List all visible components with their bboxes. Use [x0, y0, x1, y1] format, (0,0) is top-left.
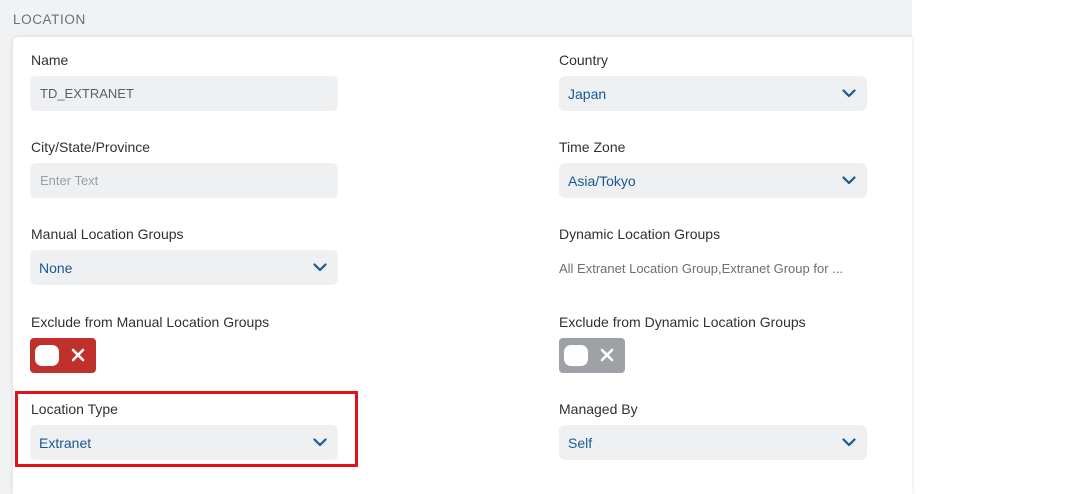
- chevron-down-icon: [841, 86, 857, 102]
- chevron-down-icon: [841, 173, 857, 189]
- exclude-manual-toggle[interactable]: [30, 338, 96, 373]
- exclude-manual-label: Exclude from Manual Location Groups: [31, 314, 270, 330]
- close-icon: [71, 348, 85, 362]
- close-icon: [600, 348, 614, 362]
- managed-by-label: Managed By: [559, 401, 638, 417]
- section-title: LOCATION: [13, 12, 86, 27]
- city-label: City/State/Province: [31, 139, 151, 155]
- toggle-knob: [35, 345, 59, 366]
- managed-by-value: Self: [568, 434, 593, 451]
- chevron-down-icon: [841, 435, 857, 451]
- exclude-dynamic-label: Exclude from Dynamic Location Groups: [559, 314, 806, 330]
- timezone-value: Asia/Tokyo: [568, 172, 636, 189]
- exclude-dynamic-toggle[interactable]: [559, 338, 625, 373]
- dynamic-groups-value: All Extranet Location Group,Extranet Gro…: [559, 261, 843, 276]
- city-field[interactable]: Enter Text: [30, 163, 338, 198]
- manual-groups-label: Manual Location Groups: [31, 226, 184, 242]
- manual-groups-value: None: [39, 259, 73, 276]
- country-select[interactable]: Japan: [559, 76, 867, 111]
- country-label: Country: [559, 52, 609, 68]
- name-label: Name: [31, 52, 69, 68]
- managed-by-select[interactable]: Self: [559, 425, 867, 460]
- timezone-select[interactable]: Asia/Tokyo: [559, 163, 867, 198]
- manual-groups-select[interactable]: None: [30, 250, 338, 285]
- chevron-down-icon: [312, 260, 328, 276]
- timezone-label: Time Zone: [559, 139, 626, 155]
- country-value: Japan: [568, 85, 607, 102]
- dynamic-groups-label: Dynamic Location Groups: [559, 226, 721, 242]
- name-field[interactable]: TD_EXTRANET: [30, 76, 338, 111]
- toggle-knob: [564, 345, 588, 366]
- location-type-highlight: [15, 391, 358, 467]
